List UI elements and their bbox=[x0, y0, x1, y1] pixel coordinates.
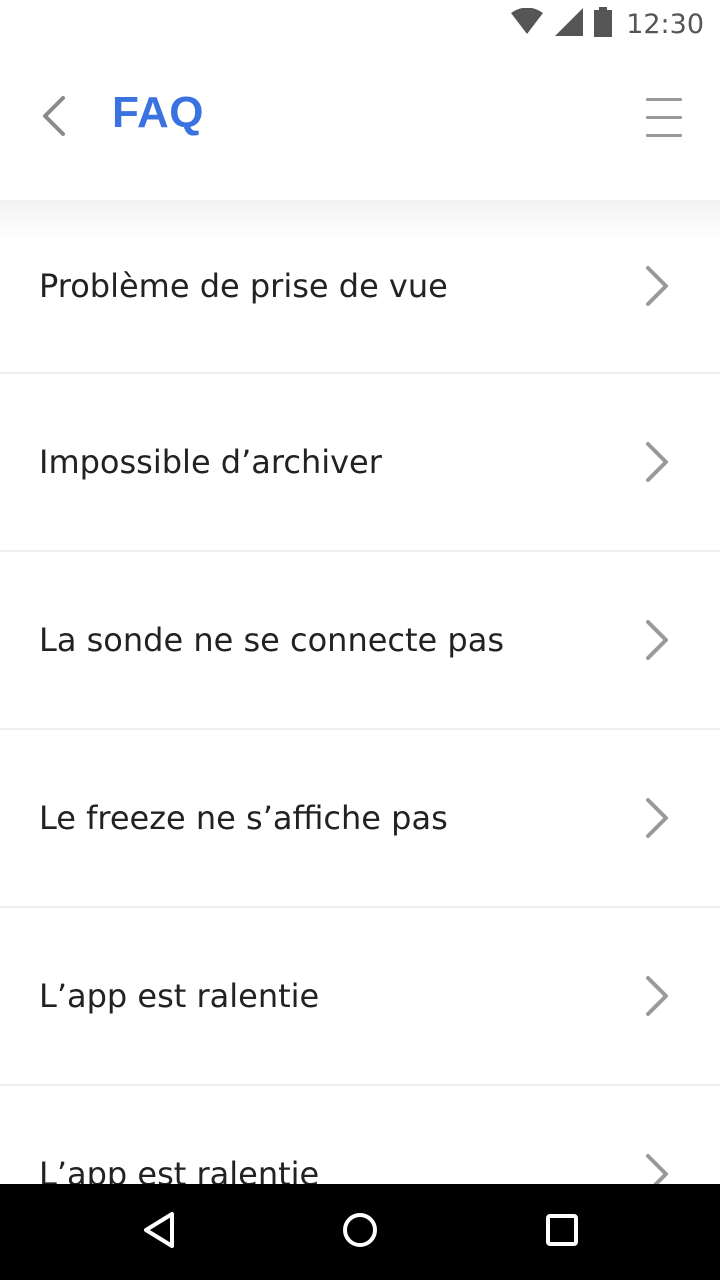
back-button[interactable] bbox=[26, 84, 82, 152]
chevron-left-icon bbox=[39, 94, 69, 143]
recents-square-icon bbox=[542, 1210, 582, 1255]
faq-item-label: Impossible d’archiver bbox=[39, 443, 382, 481]
faq-item-label: L’app est ralentie bbox=[39, 977, 320, 1015]
back-triangle-icon bbox=[140, 1210, 180, 1255]
faq-item-app-ralentie-2[interactable]: L’app est ralentie bbox=[0, 1086, 720, 1184]
nav-home-button[interactable] bbox=[332, 1204, 388, 1260]
chevron-right-icon bbox=[644, 797, 670, 839]
faq-item-label: L’app est ralentie bbox=[39, 1155, 320, 1184]
faq-screen: 12:30 FAQ Problème de prise de vue Impos… bbox=[0, 0, 720, 1280]
status-icons: 12:30 bbox=[510, 6, 704, 42]
faq-item-sonde[interactable]: La sonde ne se connecte pas bbox=[0, 552, 720, 730]
home-circle-icon bbox=[340, 1210, 380, 1255]
chevron-right-icon bbox=[644, 975, 670, 1017]
faq-item-label: Le freeze ne s’affiche pas bbox=[39, 799, 448, 837]
chevron-right-icon bbox=[644, 619, 670, 661]
chevron-right-icon bbox=[644, 1153, 670, 1184]
faq-item-label: Problème de prise de vue bbox=[39, 267, 448, 305]
faq-item-prise-de-vue[interactable]: Problème de prise de vue bbox=[0, 200, 720, 374]
nav-recents-button[interactable] bbox=[534, 1204, 590, 1260]
faq-item-freeze[interactable]: Le freeze ne s’affiche pas bbox=[0, 730, 720, 908]
cell-signal-icon bbox=[554, 7, 584, 42]
faq-item-label: La sonde ne se connecte pas bbox=[39, 621, 504, 659]
status-time: 12:30 bbox=[626, 8, 704, 40]
app-bar: FAQ bbox=[0, 48, 720, 200]
wifi-icon bbox=[510, 7, 544, 41]
chevron-right-icon bbox=[644, 265, 670, 307]
menu-button[interactable] bbox=[638, 92, 690, 144]
status-bar: 12:30 bbox=[0, 0, 720, 48]
faq-list: Problème de prise de vue Impossible d’ar… bbox=[0, 200, 720, 1184]
faq-item-archiver[interactable]: Impossible d’archiver bbox=[0, 374, 720, 552]
system-nav-bar bbox=[0, 1184, 720, 1280]
battery-icon bbox=[594, 6, 613, 42]
chevron-right-icon bbox=[644, 441, 670, 483]
faq-item-app-ralentie[interactable]: L’app est ralentie bbox=[0, 908, 720, 1086]
page-title: FAQ bbox=[112, 88, 204, 137]
nav-back-button[interactable] bbox=[132, 1204, 188, 1260]
